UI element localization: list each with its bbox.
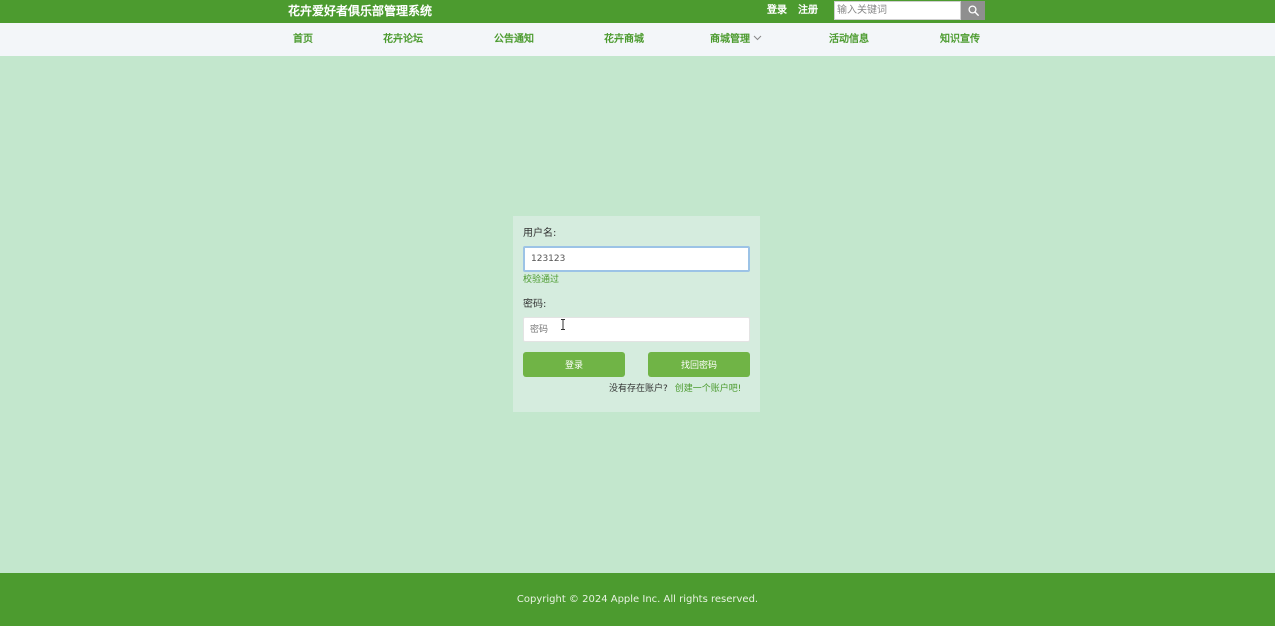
nav-item-shop-management[interactable]: 商城管理 <box>710 23 762 56</box>
top-header-bar: 花卉爱好者俱乐部管理系统 登录 注册 <box>0 0 1275 23</box>
nav-item-activities[interactable]: 活动信息 <box>829 23 869 56</box>
nav-item-forum[interactable]: 花卉论坛 <box>383 23 423 56</box>
nav-item-announcements[interactable]: 公告通知 <box>494 23 534 56</box>
password-label: 密码: <box>523 299 547 310</box>
login-panel: 用户名: 校验通过 密码: 登录 找回密码 没有存在账户? 创建一个账户吧! <box>513 216 760 412</box>
nav-item-home[interactable]: 首页 <box>293 23 313 56</box>
register-link[interactable]: 注册 <box>798 5 818 17</box>
signup-prompt: 没有存在账户? 创建一个账户吧! <box>609 384 741 395</box>
password-input[interactable] <box>523 317 750 342</box>
search-input[interactable] <box>834 1 961 20</box>
text-cursor-icon <box>561 319 565 330</box>
username-label: 用户名: <box>523 228 557 239</box>
copyright-text: Copyright © 2024 Apple Inc. All rights r… <box>516 594 759 605</box>
footer: Copyright © 2024 Apple Inc. All rights r… <box>0 573 1275 626</box>
search-icon <box>967 5 979 16</box>
site-title: 花卉爱好者俱乐部管理系统 <box>288 4 433 18</box>
nav-item-knowledge[interactable]: 知识宣传 <box>940 23 980 56</box>
nav-item-label: 商城管理 <box>710 34 750 45</box>
username-input[interactable] <box>523 246 750 272</box>
search-button[interactable] <box>961 1 985 20</box>
create-account-link[interactable]: 创建一个账户吧! <box>675 384 742 394</box>
chevron-down-icon <box>753 35 762 40</box>
nav-item-shop[interactable]: 花卉商城 <box>604 23 644 56</box>
retrieve-password-button[interactable]: 找回密码 <box>648 352 750 377</box>
validation-message: 校验通过 <box>523 275 560 285</box>
login-link[interactable]: 登录 <box>767 5 787 17</box>
no-account-text: 没有存在账户? <box>609 384 668 394</box>
main-nav: 首页 花卉论坛 公告通知 花卉商城 商城管理 活动信息 知识宣传 <box>0 23 1275 56</box>
login-button[interactable]: 登录 <box>523 352 625 377</box>
